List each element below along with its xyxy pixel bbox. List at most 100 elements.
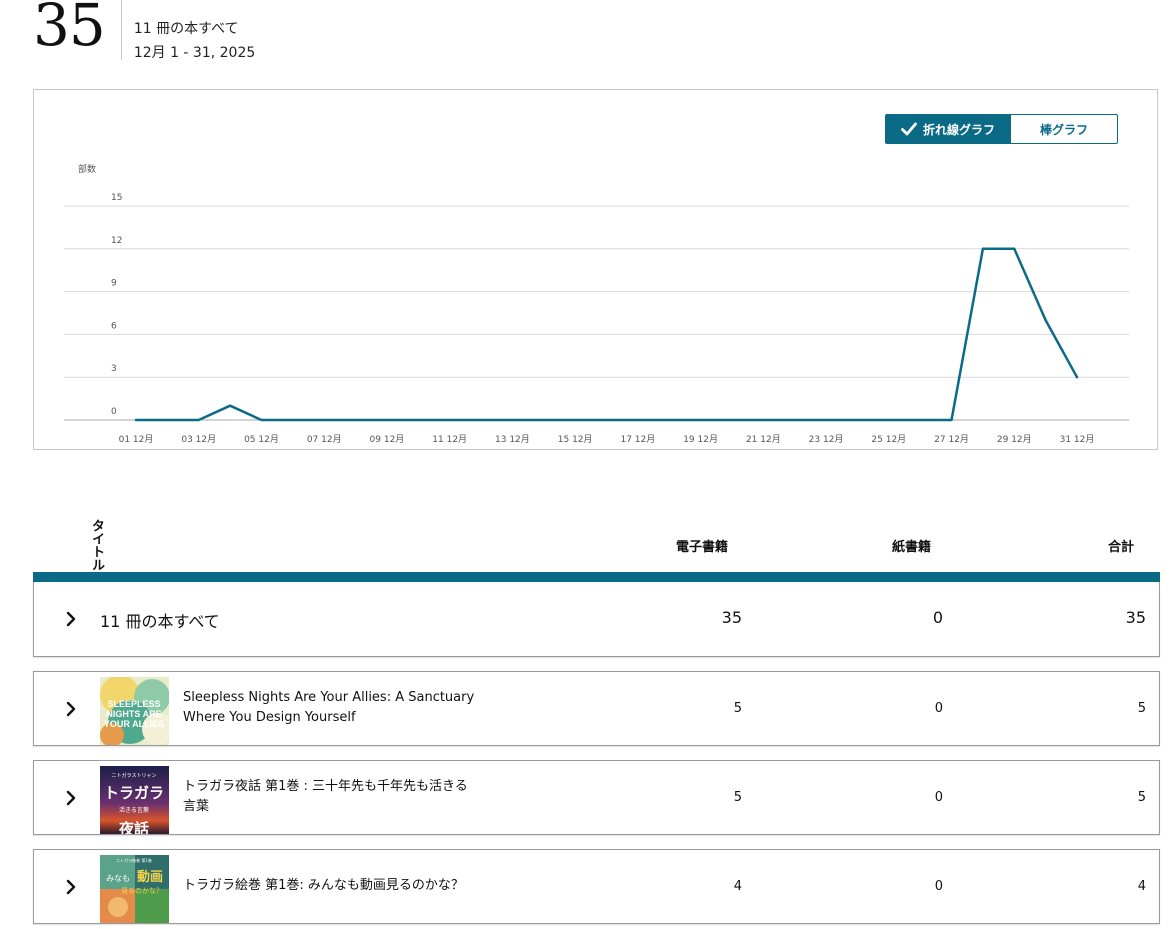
summary-text: 11 冊の本すべて 12月 1 - 31, 2025 [134,0,255,65]
data-point [165,418,169,422]
svg-text:トラガラ: トラガラ [104,784,164,802]
ebook-value: 4 [733,879,742,894]
paper-value: 0 [934,701,943,716]
line-chart-button[interactable]: 折れ線グラフ [885,114,1011,144]
ebook-value: 5 [733,701,742,716]
data-point [981,247,985,251]
data-point [197,418,201,422]
chevron-right-icon[interactable] [64,611,78,627]
table-total-row[interactable]: 11 冊の本すべて 35 0 35 [33,582,1160,657]
x-tick-label: 09 12月 [370,434,405,445]
x-tick-label: 05 12月 [244,434,279,445]
chevron-right-icon[interactable] [64,879,78,895]
x-tick-label: 19 12月 [683,434,718,445]
data-point [448,418,452,422]
column-header-total[interactable]: 合計 [1108,536,1134,555]
x-tick-label: 17 12月 [620,434,655,445]
data-point [887,418,891,422]
data-point [479,418,483,422]
book-cover-image: ニトガラ絵巻 第1巻 みなも 動画 見るのかな？ [100,855,169,923]
book-title-line: 言葉 [183,799,210,814]
total-ebook-value: 35 [721,608,742,627]
svg-text:ニトガラ絵巻 第1巻: ニトガラ絵巻 第1巻 [116,857,152,863]
x-tick-label: 15 12月 [558,434,593,445]
y-tick-label: 15 [111,193,122,203]
table-header-bar [33,572,1160,582]
x-tick-label: 29 12月 [997,434,1032,445]
x-tick-label: 31 12月 [1060,434,1095,445]
chevron-right-icon[interactable] [64,790,78,806]
data-point [1012,247,1016,251]
chevron-right-icon[interactable] [64,701,78,717]
data-point [793,418,797,422]
data-point [950,418,954,422]
data-point [761,418,765,422]
svg-text:見るのかな？: 見るのかな？ [121,887,163,895]
data-point [855,418,859,422]
data-point [416,418,420,422]
check-icon [901,122,917,136]
paper-value: 0 [934,790,943,805]
book-title-line: Sleepless Nights Are Your Allies: A Sanc… [183,690,475,705]
sales-chart-panel: 部数 0 3 6 9 12 15 01 12月 03 12月 05 12月 07 12月 09 12月… [33,89,1158,450]
book-title[interactable]: トラガラ絵巻 第1巻: みんなも動画見るのかな？ [183,876,483,896]
y-tick-label: 12 [111,236,122,246]
svg-text:活きる言葉: 活きる言葉 [119,806,149,814]
sales-summary: 35 11 冊の本すべて 12月 1 - 31, 2025 [33,0,255,62]
total-total-value: 35 [1125,608,1146,627]
data-point [510,418,514,422]
book-cover-image: ニトガラストリャン トラガラ 活きる言葉 夜話 [100,766,169,834]
total-value: 4 [1137,879,1146,894]
chart-type-toggle: 折れ線グラフ 棒グラフ [885,114,1118,144]
date-range-label: 12月 1 - 31, 2025 [133,45,256,61]
bar-chart-label: 棒グラフ [1039,122,1088,137]
y-tick-label: 9 [111,279,117,289]
data-point [385,418,389,422]
data-point [542,418,546,422]
sales-line-chart: 部数 0 3 6 9 12 15 01 12月 03 12月 05 12月 07 12月 09 12月… [64,163,1129,445]
column-header-paper[interactable]: 紙書籍 [892,536,931,555]
data-point [259,418,263,422]
total-paper-value: 0 [932,608,943,627]
data-point [605,418,609,422]
x-tick-label: 25 12月 [871,434,906,445]
table-row[interactable]: SLEEPLESS NIGHTS ARE YOUR ALLIES Sleeple… [33,671,1160,746]
x-tick-label: 27 12月 [934,434,969,445]
x-tick-label: 11 12月 [432,434,467,445]
y-axis-label: 部数 [78,163,96,175]
x-tick-label: 07 12月 [307,434,342,445]
x-tick-label: 21 12月 [746,434,781,445]
book-title[interactable]: Sleepless Nights Are Your Allies: A Sanc… [183,688,483,728]
book-title-line: Where You Design Yourself [183,710,356,725]
total-value: 5 [1137,701,1146,716]
book-title[interactable]: トラガラ夜話 第1巻 : 三十年先も千年先も活きる 言葉 [183,777,483,817]
data-point [134,418,138,422]
ebook-value: 5 [733,790,742,805]
bar-chart-button[interactable]: 棒グラフ [1011,114,1118,144]
total-value: 5 [1137,790,1146,805]
data-point [291,418,295,422]
column-header-ebook[interactable]: 電子書籍 [676,536,728,555]
data-point [573,418,577,422]
y-tick-label: 3 [111,364,117,374]
paper-value: 0 [934,879,943,894]
data-point [1075,375,1079,379]
line-chart-label: 折れ線グラフ [922,122,995,137]
data-point [228,404,232,408]
svg-text:みなも: みなも [106,874,130,883]
summary-divider [120,0,122,60]
svg-text:動画: 動画 [137,869,163,885]
x-tick-label: 13 12月 [495,434,530,445]
data-point [824,418,828,422]
svg-text:夜話: 夜話 [118,820,149,834]
books-count-label: 11 冊の本すべて [133,21,239,37]
column-header-title[interactable]: タイトル [89,519,104,571]
total-row-label: 11 冊の本すべて [100,612,220,631]
book-title-line: トラガラ絵巻 第1巻: みんなも動画見るのかな？ [183,878,464,893]
y-tick-label: 0 [111,407,117,417]
data-point [667,418,671,422]
data-point [1044,318,1048,322]
table-row[interactable]: ニトガラ絵巻 第1巻 みなも 動画 見るのかな？ トラガラ絵巻 第1巻: みんな… [33,849,1160,924]
table-row[interactable]: ニトガラストリャン トラガラ 活きる言葉 夜話 トラガラ夜話 第1巻 : 三十年… [33,760,1160,835]
book-cover-image: SLEEPLESS NIGHTS ARE YOUR ALLIES [100,677,169,745]
